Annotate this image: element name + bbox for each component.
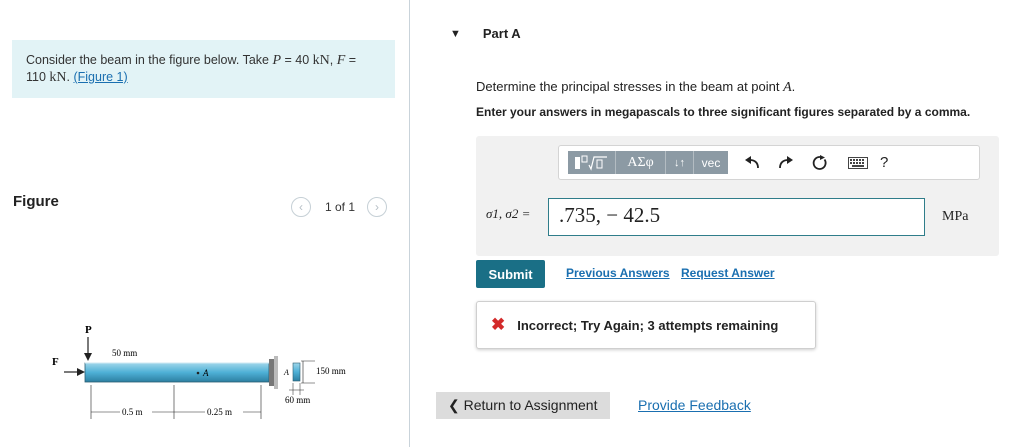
question-before: Determine the principal stresses in the … bbox=[476, 79, 784, 94]
dim-50-label: 50 mm bbox=[112, 348, 137, 358]
templates-button[interactable] bbox=[568, 151, 616, 174]
f-label: F bbox=[52, 356, 59, 368]
request-answer-link[interactable]: Request Answer bbox=[681, 266, 775, 280]
previous-answers-link[interactable]: Previous Answers bbox=[566, 266, 670, 280]
greek-symbols-button[interactable]: ΑΣφ bbox=[616, 151, 666, 174]
provide-feedback-link[interactable]: Provide Feedback bbox=[638, 397, 751, 413]
p-label: P bbox=[85, 324, 92, 336]
x-icon: ✖ bbox=[491, 315, 506, 334]
dim-150-label: 150 mm bbox=[316, 366, 346, 376]
part-title: Part A bbox=[482, 26, 521, 41]
toolbar-button-group: ΑΣφ ↓↑ vec bbox=[568, 151, 728, 174]
feedback-text: Incorrect; Try Again; 3 attempts remaini… bbox=[517, 317, 779, 333]
f-value: 110 bbox=[26, 70, 50, 84]
dim-025-label: 0.25 m bbox=[207, 407, 232, 417]
templates-icon bbox=[574, 155, 607, 171]
part-header[interactable]: ▼ Part A bbox=[450, 26, 521, 41]
next-figure-button[interactable]: › bbox=[367, 197, 388, 217]
separator: , bbox=[329, 53, 337, 67]
dim-05-label: 0.5 m bbox=[122, 407, 143, 417]
chevron-right-icon: › bbox=[375, 200, 380, 214]
point-a-marker bbox=[196, 371, 200, 375]
chevron-left-icon: ‹ bbox=[299, 200, 303, 214]
problem-statement: Consider the beam in the figure below. T… bbox=[12, 40, 395, 98]
figure-title: Figure bbox=[13, 193, 59, 210]
arrows-button[interactable]: ↓↑ bbox=[666, 151, 694, 174]
beam-figure: P F 50 mm A A 150 mm 60 mm 0.5 m 0.25 m bbox=[52, 324, 346, 419]
p-unit: kN bbox=[312, 53, 330, 68]
p-arrowhead bbox=[84, 353, 92, 361]
p-variable: P bbox=[272, 53, 282, 68]
math-toolbar: ΑΣφ ↓↑ vec ? bbox=[558, 145, 980, 180]
cross-section bbox=[292, 362, 301, 382]
redo-button[interactable] bbox=[776, 152, 796, 174]
submit-button[interactable]: Submit bbox=[476, 260, 545, 288]
wall bbox=[274, 356, 278, 389]
reset-icon bbox=[812, 154, 827, 170]
chevron-left-icon: ❮ bbox=[448, 397, 460, 413]
keyboard-button[interactable] bbox=[848, 152, 868, 174]
instruction-text: Enter your answers in megapascals to thr… bbox=[476, 105, 971, 119]
point-a-label: A bbox=[202, 368, 209, 378]
question-after: . bbox=[791, 79, 796, 94]
question-text: Determine the principal stresses in the … bbox=[476, 79, 795, 96]
triangle-down-icon[interactable]: ▼ bbox=[450, 28, 461, 40]
figure-link[interactable]: (Figure 1) bbox=[73, 70, 127, 84]
problem-pane: Consider the beam in the figure below. T… bbox=[0, 0, 409, 447]
return-label: Return to Assignment bbox=[463, 397, 598, 413]
reset-button[interactable] bbox=[810, 152, 830, 174]
section-a-label: A bbox=[283, 368, 289, 377]
prev-figure-button[interactable]: ‹ bbox=[291, 197, 311, 217]
redo-icon bbox=[779, 155, 793, 168]
dim-60-label: 60 mm bbox=[285, 395, 310, 405]
keyboard-icon bbox=[848, 156, 868, 169]
figure-count: 1 of 1 bbox=[325, 200, 356, 214]
undo-button[interactable] bbox=[742, 152, 762, 174]
figure-pager: ‹ 1 of 1 › bbox=[291, 197, 388, 217]
return-to-assignment-button[interactable]: ❮ Return to Assignment bbox=[436, 392, 610, 419]
answer-unit: MPa bbox=[942, 209, 969, 224]
answer-pane: ▼ Part A Determine the principal stresse… bbox=[410, 0, 1022, 447]
question-var: A bbox=[783, 80, 792, 95]
answer-label: σ1, σ2 = bbox=[486, 206, 531, 221]
f-equals: = bbox=[345, 53, 357, 67]
f-variable: F bbox=[336, 53, 346, 68]
undo-icon bbox=[745, 155, 759, 168]
p-value: = 40 bbox=[281, 53, 313, 67]
problem-text: Consider the beam in the figure below. T… bbox=[26, 53, 273, 67]
help-button[interactable]: ? bbox=[880, 154, 888, 171]
f-unit: kN bbox=[49, 70, 67, 85]
feedback-message: ✖ Incorrect; Try Again; 3 attempts remai… bbox=[476, 301, 816, 349]
f-arrowhead bbox=[77, 368, 85, 376]
wall-plate bbox=[269, 359, 274, 386]
beam-body bbox=[84, 362, 270, 383]
vec-button[interactable]: vec bbox=[694, 151, 728, 174]
answer-input[interactable]: .735, − 42.5 bbox=[548, 198, 925, 236]
answer-area: ΑΣφ ↓↑ vec ? σ1, σ2 = .735, − 42.5 MPa bbox=[476, 136, 999, 256]
